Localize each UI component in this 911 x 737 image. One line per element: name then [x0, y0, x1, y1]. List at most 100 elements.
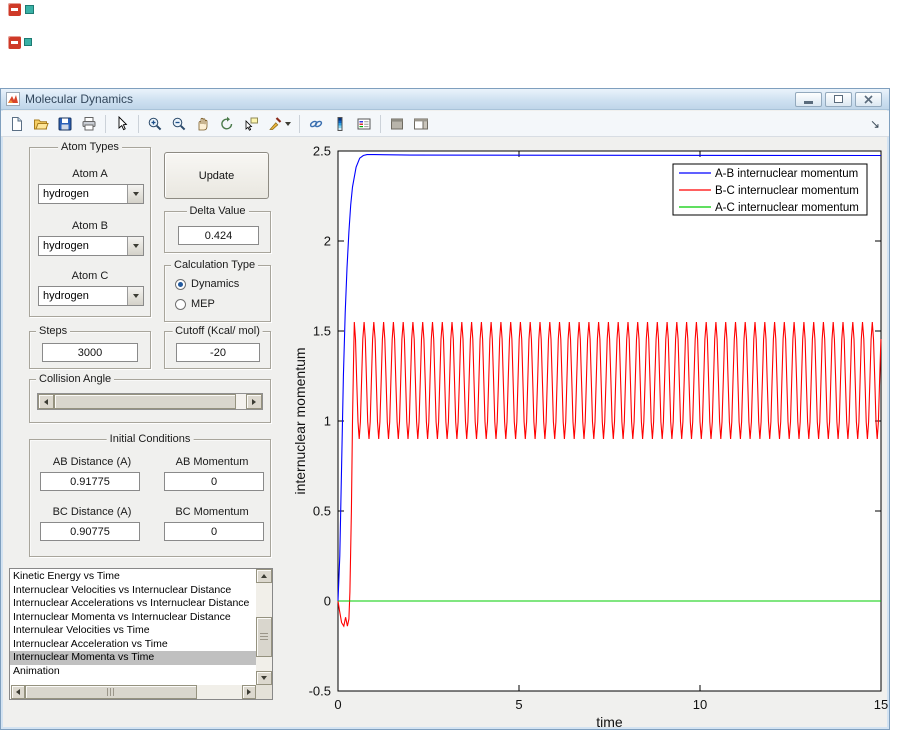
ab-momentum-input[interactable] [164, 472, 264, 491]
dropdown-arrow-icon[interactable] [127, 237, 143, 255]
horizontal-scrollbar[interactable] [11, 685, 256, 699]
zoom-in-button[interactable] [144, 113, 166, 135]
new-figure-icon [9, 116, 25, 132]
steps-input[interactable] [42, 343, 138, 362]
atom-a-dropdown[interactable]: hydrogen [38, 184, 144, 204]
scroll-up-button[interactable] [256, 569, 272, 583]
scroll-down-button[interactable] [256, 671, 272, 685]
data-cursor-button[interactable] [240, 113, 262, 135]
initial-conditions-panel: Initial Conditions AB Distance (A) AB Mo… [29, 439, 271, 557]
print-figure-button[interactable] [78, 113, 100, 135]
dock-figure-icon[interactable]: ↘ [870, 117, 884, 131]
initial-conditions-title: Initial Conditions [107, 433, 194, 446]
save-figure-icon [57, 116, 73, 132]
scroll-left-button[interactable] [11, 685, 25, 699]
insert-colorbar-icon [332, 116, 348, 132]
atom-b-value: hydrogen [39, 237, 127, 255]
edit-plot-icon [114, 116, 130, 132]
window-title: Molecular Dynamics [25, 92, 133, 106]
vertical-scroll-thumb[interactable] [256, 617, 272, 657]
svg-text:0: 0 [324, 594, 331, 609]
toolbar-separator [299, 115, 300, 133]
svg-text:0: 0 [334, 697, 341, 712]
delta-value-input[interactable] [178, 226, 259, 245]
bc-momentum-input[interactable] [164, 522, 264, 541]
svg-text:0.5: 0.5 [313, 504, 331, 519]
svg-text:B-C internuclear momentum: B-C internuclear momentum [715, 185, 859, 197]
desktop-window-fragment[interactable] [8, 36, 38, 52]
ab-distance-input[interactable] [40, 472, 140, 491]
red-window-icon [8, 3, 21, 16]
cutoff-title: Cutoff (Kcal/ mol) [172, 325, 263, 338]
radio-icon[interactable] [175, 299, 186, 310]
atom-types-panel: Atom Types Atom A hydrogen Atom B hydrog… [29, 147, 151, 317]
delta-value-panel: Delta Value [164, 211, 271, 253]
rotate-3d-button[interactable] [216, 113, 238, 135]
hide-plot-tools-button[interactable] [386, 113, 408, 135]
restore-button[interactable] [825, 92, 852, 107]
open-file-button[interactable] [30, 113, 52, 135]
plot-list-item[interactable]: Internuclear Velocities vs Internuclear … [10, 584, 256, 598]
atom-a-label: Atom A [30, 168, 150, 180]
new-figure-button[interactable] [6, 113, 28, 135]
svg-text:2: 2 [324, 234, 331, 249]
slider-thumb[interactable] [54, 394, 236, 409]
plot-list-item[interactable]: Internuclear Momenta vs Internuclear Dis… [10, 611, 256, 625]
insert-legend-button[interactable] [353, 113, 375, 135]
plot-list-item[interactable]: Internuclear Acceleration vs Time [10, 638, 256, 652]
plot-list-item[interactable]: Internuclear Accelerations vs Internucle… [10, 597, 256, 611]
cutoff-input[interactable] [176, 343, 260, 362]
show-plot-tools-button[interactable] [410, 113, 432, 135]
toolbar-separator [105, 115, 106, 133]
dropdown-arrow-icon[interactable] [127, 287, 143, 305]
cutoff-panel: Cutoff (Kcal/ mol) [164, 331, 271, 369]
listbox-items: Kinetic Energy vs TimeInternuclear Veloc… [10, 570, 256, 684]
axes-plot: -0.500.511.522.5051015timeinternuclear m… [291, 141, 891, 730]
save-figure-button[interactable] [54, 113, 76, 135]
link-plot-icon [308, 116, 324, 132]
steps-panel: Steps [29, 331, 151, 369]
radio-dynamics[interactable]: Dynamics [175, 278, 239, 290]
collision-angle-slider[interactable] [37, 393, 263, 410]
insert-legend-icon [356, 116, 372, 132]
close-button[interactable] [855, 92, 882, 107]
scroll-right-button[interactable] [242, 685, 256, 699]
bc-distance-input[interactable] [40, 522, 140, 541]
plot-list-item[interactable]: Internulear Velocities vs Time [10, 624, 256, 638]
edit-plot-button[interactable] [111, 113, 133, 135]
figure-window: Molecular Dynamics [0, 88, 890, 730]
atom-types-title: Atom Types [58, 141, 122, 154]
pan-icon [195, 116, 211, 132]
link-plot-button[interactable] [305, 113, 327, 135]
atom-b-dropdown[interactable]: hydrogen [38, 236, 144, 256]
vertical-scrollbar[interactable] [256, 569, 272, 685]
title-bar[interactable]: Molecular Dynamics [1, 89, 889, 110]
minimize-button[interactable] [795, 92, 822, 107]
plot-list-item[interactable]: Internuclear Momenta vs Time [10, 651, 256, 665]
brush-dropdown-icon[interactable] [285, 122, 291, 126]
slider-right-arrow[interactable] [246, 394, 262, 409]
pan-button[interactable] [192, 113, 214, 135]
radio-mep[interactable]: MEP [175, 298, 215, 310]
svg-text:10: 10 [693, 697, 707, 712]
update-button[interactable]: Update [164, 152, 269, 199]
insert-colorbar-button[interactable] [329, 113, 351, 135]
atom-c-value: hydrogen [39, 287, 127, 305]
zoom-out-button[interactable] [168, 113, 190, 135]
radio-icon[interactable] [175, 279, 186, 290]
zoom-in-icon [147, 116, 163, 132]
horizontal-scroll-thumb[interactable] [25, 685, 197, 699]
teal-window-icon [25, 5, 34, 14]
atom-c-dropdown[interactable]: hydrogen [38, 286, 144, 306]
brush-data-button[interactable] [264, 113, 294, 135]
svg-text:5: 5 [515, 697, 522, 712]
ab-momentum-label: AB Momentum [160, 456, 264, 468]
plot-list-item[interactable]: Animation [10, 665, 256, 679]
dropdown-arrow-icon[interactable] [127, 185, 143, 203]
plot-list-item[interactable]: Kinetic Energy vs Time [10, 570, 256, 584]
slider-left-arrow[interactable] [38, 394, 54, 409]
desktop-window-fragment[interactable] [8, 3, 38, 19]
red-window-icon [8, 36, 21, 49]
show-plot-tools-icon [413, 116, 429, 132]
steps-title: Steps [36, 325, 70, 338]
